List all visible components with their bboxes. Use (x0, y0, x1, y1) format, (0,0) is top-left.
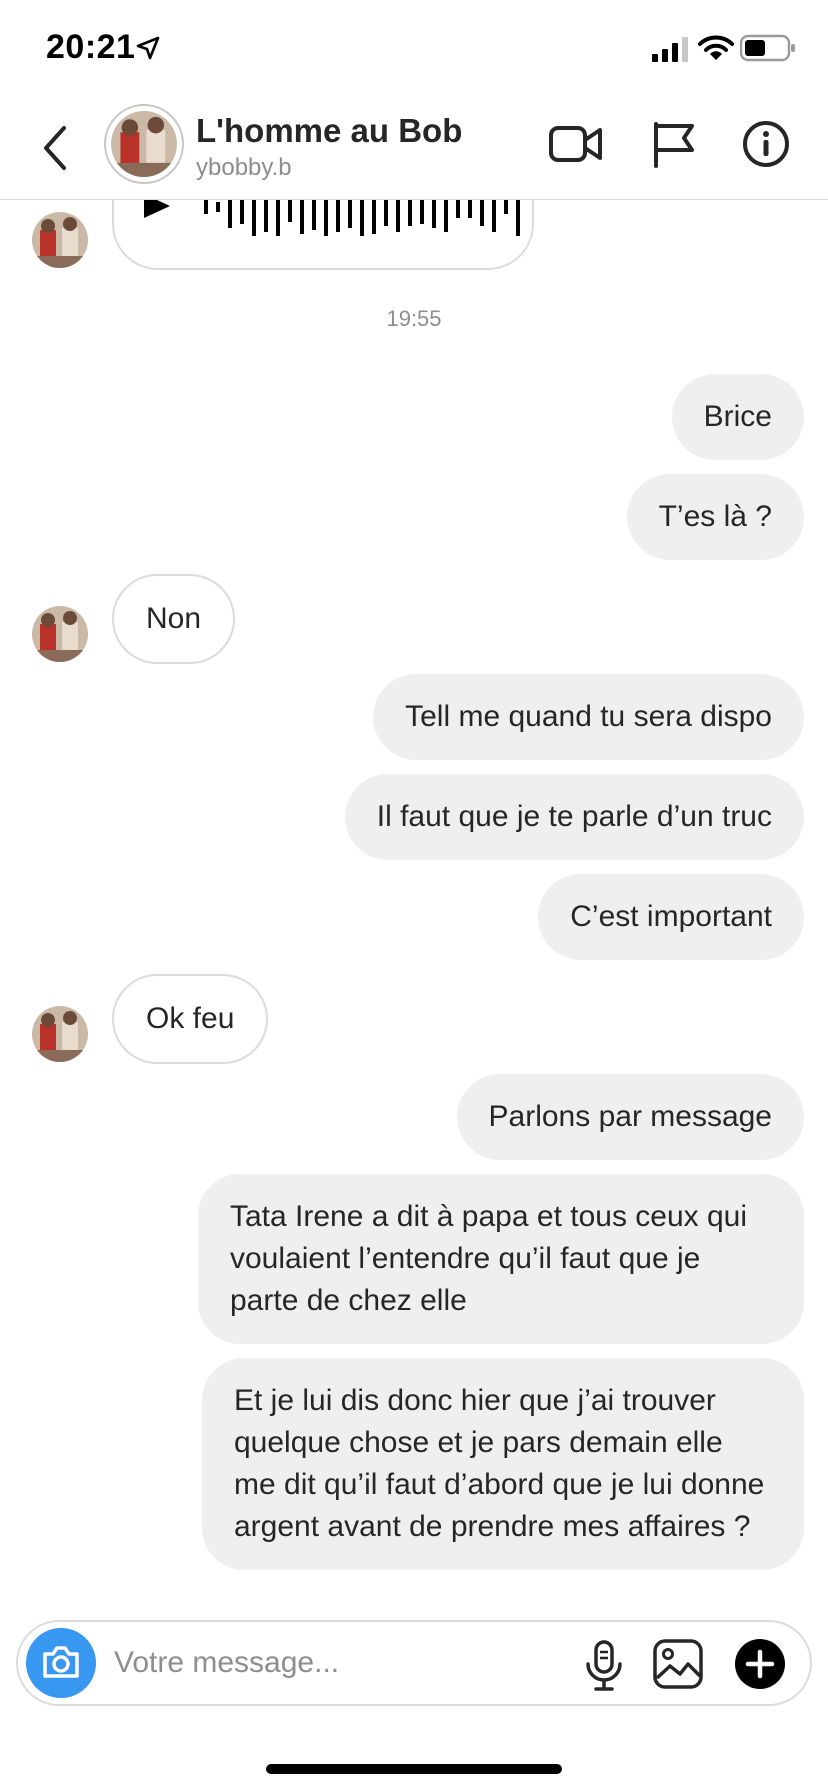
info-icon[interactable] (740, 118, 796, 170)
message-timestamp: 19:55 (386, 306, 442, 331)
plus-icon[interactable] (734, 1638, 786, 1690)
conversation-header: L'homme au Bob ybobby.b (0, 96, 828, 200)
chat-thread[interactable]: 19:55 Brice T’es là ? Non Tell me quand … (0, 0, 828, 1792)
message-outgoing[interactable]: Tell me quand tu sera dispo (373, 674, 804, 760)
battery-icon (740, 34, 795, 62)
contact-avatar[interactable] (32, 606, 88, 662)
header-avatar[interactable] (104, 104, 184, 184)
contact-name[interactable]: L'homme au Bob (196, 112, 462, 150)
contact-username[interactable]: ybobby.b (196, 154, 292, 182)
dm-screen: 19:55 Brice T’es là ? Non Tell me quand … (0, 0, 828, 1792)
flag-icon[interactable] (648, 118, 704, 170)
wifi-icon (698, 35, 734, 60)
message-composer (16, 1620, 812, 1706)
camera-icon (43, 1646, 79, 1678)
camera-button[interactable] (26, 1628, 96, 1698)
video-call-icon[interactable] (548, 118, 604, 170)
message-outgoing[interactable]: Parlons par message (456, 1074, 804, 1160)
back-icon[interactable] (36, 120, 76, 176)
microphone-icon[interactable] (580, 1640, 628, 1692)
message-outgoing[interactable]: Brice (671, 374, 804, 460)
message-outgoing[interactable]: Tata Irene a dit à papa et tous ceux qui… (198, 1174, 804, 1344)
message-incoming[interactable]: Non (112, 574, 236, 664)
message-outgoing[interactable]: T’es là ? (626, 474, 804, 560)
message-outgoing[interactable]: C’est important (538, 874, 804, 960)
voice-waveform (144, 194, 520, 236)
message-incoming[interactable]: Ok feu (112, 974, 269, 1064)
message-outgoing[interactable]: Il faut que je te parle d’un truc (344, 774, 804, 860)
signal-icon (652, 37, 688, 62)
status-bar: 20:21 (0, 0, 828, 96)
message-input[interactable] (114, 1640, 494, 1686)
gallery-icon[interactable] (652, 1638, 704, 1690)
home-indicator[interactable] (266, 1764, 562, 1774)
message-outgoing[interactable]: Et je lui dis donc hier que j’ai trouver… (202, 1358, 804, 1570)
contact-avatar[interactable] (32, 1006, 88, 1062)
location-arrow-icon (136, 36, 160, 60)
status-time: 20:21 (46, 28, 136, 66)
contact-avatar[interactable] (32, 212, 88, 268)
